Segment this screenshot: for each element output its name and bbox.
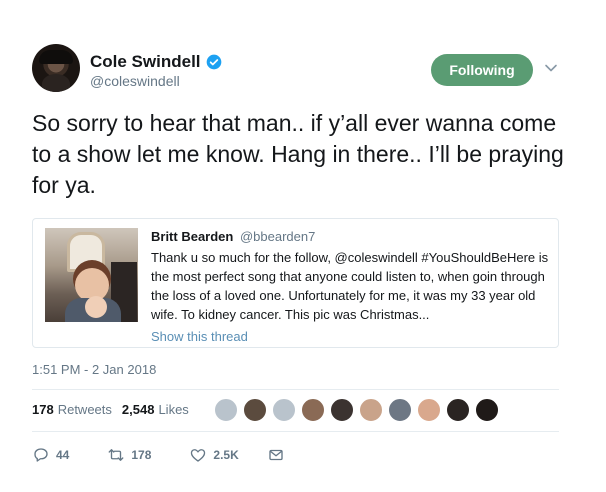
engagement-stats: 178 Retweets 2,548 Likes: [32, 402, 189, 417]
divider: [32, 389, 559, 390]
quoted-author-name: Britt Bearden: [151, 229, 234, 244]
quoted-tweet[interactable]: Britt Bearden @bbearden7 Thank u so much…: [32, 218, 559, 348]
avatar[interactable]: [32, 44, 80, 92]
liker-avatar[interactable]: [243, 398, 267, 422]
liker-avatars: [214, 398, 504, 422]
liker-avatar[interactable]: [214, 398, 238, 422]
retweets-count[interactable]: 178: [32, 402, 54, 417]
author-name-row[interactable]: Cole Swindell: [90, 52, 222, 72]
tweet-text: So sorry to hear that man.. if y’all eve…: [32, 110, 564, 198]
reply-icon: [34, 448, 48, 462]
like-count: 2.5K: [213, 448, 239, 462]
liker-avatar[interactable]: [330, 398, 354, 422]
like-button[interactable]: 2.5K: [189, 446, 239, 464]
following-button[interactable]: Following: [431, 54, 533, 86]
liker-avatar[interactable]: [272, 398, 296, 422]
chevron-down-icon[interactable]: [544, 61, 558, 75]
liker-avatar[interactable]: [475, 398, 499, 422]
retweet-count: 178: [131, 448, 152, 462]
quoted-author-row: Britt Bearden @bbearden7: [151, 229, 551, 244]
retweets-label[interactable]: Retweets: [58, 402, 112, 417]
direct-message-button[interactable]: [267, 446, 285, 464]
show-thread-link[interactable]: Show this thread: [151, 329, 551, 344]
quoted-author-handle: @bbearden7: [239, 229, 316, 244]
tweet-header: Cole Swindell @coleswindell Following: [32, 44, 572, 94]
reply-count: 44: [56, 448, 70, 462]
reply-button[interactable]: 44: [32, 446, 69, 464]
verified-badge-icon: [206, 54, 221, 70]
divider: [32, 431, 559, 432]
quoted-tweet-text: Thank u so much for the follow, @coleswi…: [151, 250, 549, 322]
retweet-button[interactable]: 178: [107, 446, 151, 464]
retweet-icon: [108, 449, 124, 461]
tweet-timestamp[interactable]: 1:51 PM - 2 Jan 2018: [32, 362, 156, 377]
likes-label[interactable]: Likes: [158, 402, 188, 417]
author-display-name[interactable]: Cole Swindell: [90, 52, 201, 72]
quoted-tweet-image[interactable]: [45, 228, 138, 322]
heart-icon: [191, 449, 206, 462]
liker-avatar[interactable]: [417, 398, 441, 422]
envelope-icon: [269, 449, 283, 461]
tweet-actions: 44 178 2.5K: [32, 446, 285, 464]
liker-avatar[interactable]: [301, 398, 325, 422]
liker-avatar[interactable]: [388, 398, 412, 422]
author-handle[interactable]: @coleswindell: [90, 73, 180, 89]
likes-count[interactable]: 2,548: [122, 402, 155, 417]
liker-avatar[interactable]: [359, 398, 383, 422]
quoted-tweet-body: Britt Bearden @bbearden7 Thank u so much…: [151, 229, 551, 344]
liker-avatar[interactable]: [446, 398, 470, 422]
